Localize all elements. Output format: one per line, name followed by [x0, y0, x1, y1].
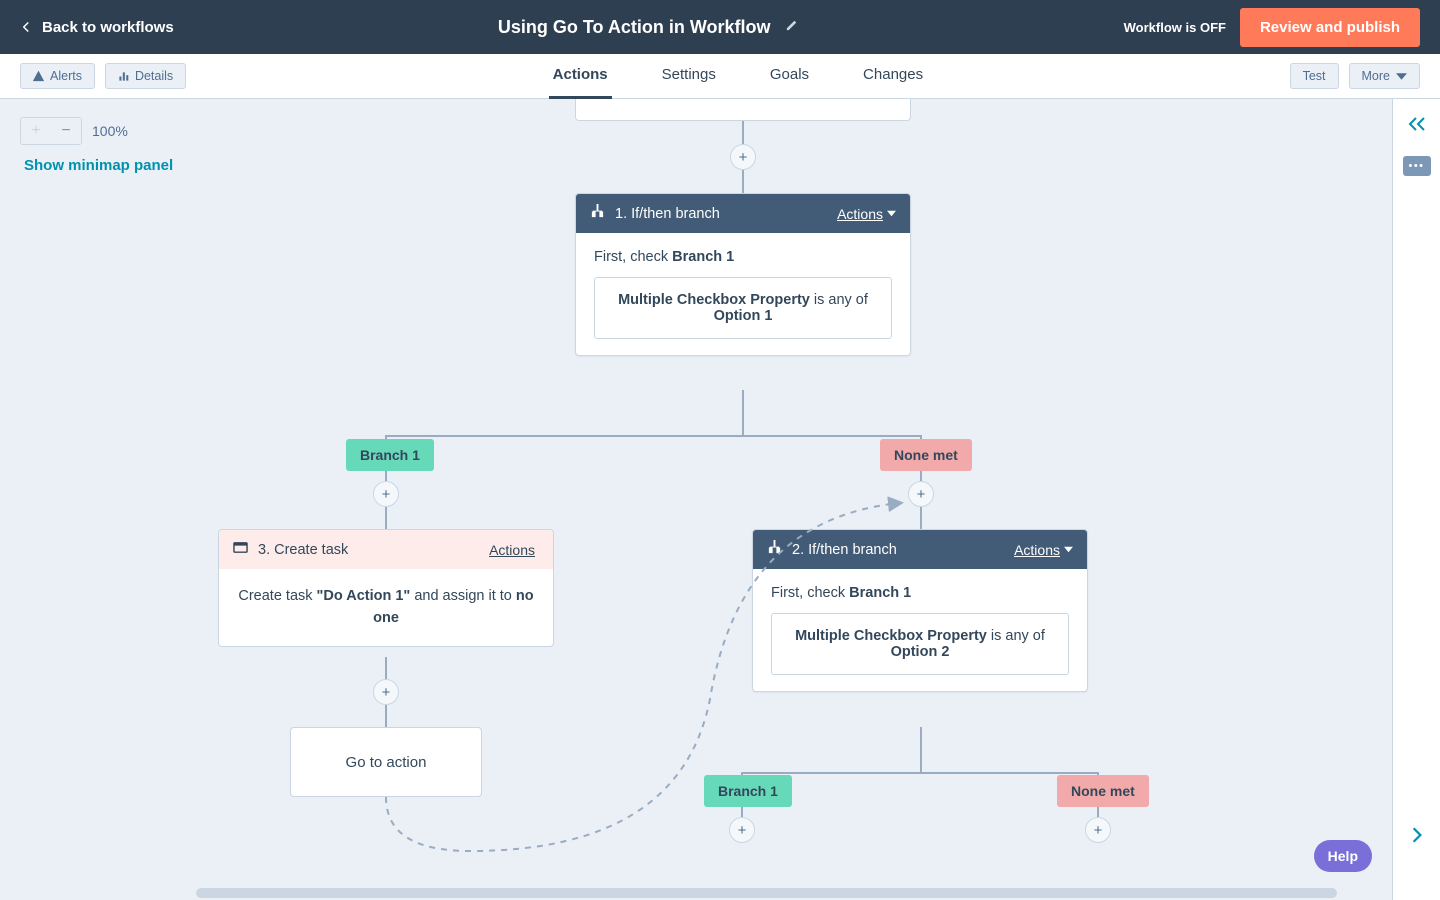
- condition-value: Option 2: [891, 644, 950, 660]
- connector-line: [386, 435, 921, 437]
- add-action-button[interactable]: +: [729, 817, 755, 843]
- tab-actions[interactable]: Actions: [549, 54, 612, 99]
- caret-down-icon: [887, 209, 896, 218]
- comments-button[interactable]: •••: [1403, 156, 1431, 176]
- branch-label-met[interactable]: Branch 1: [704, 775, 792, 807]
- branch-node-1[interactable]: 1. If/then branch Actions First, check B…: [575, 193, 911, 356]
- chevron-right-icon: [1411, 826, 1423, 844]
- tab-settings[interactable]: Settings: [658, 54, 720, 99]
- connector-line: [741, 807, 743, 817]
- task-body-text: and assign it to: [410, 588, 516, 604]
- add-action-button[interactable]: +: [730, 144, 756, 170]
- connector-line: [385, 705, 387, 727]
- connector-line: [385, 657, 387, 679]
- task-node[interactable]: 3. Create task Actions Create task "Do A…: [218, 529, 554, 647]
- branch-node-title: 1. If/then branch: [615, 206, 720, 222]
- task-body-text: Create task: [238, 588, 316, 604]
- connector-line: [742, 390, 744, 435]
- help-button[interactable]: Help: [1314, 840, 1372, 872]
- branch-icon: [767, 540, 782, 559]
- condition-property: Multiple Checkbox Property: [795, 628, 987, 644]
- actions-label: Actions: [837, 206, 883, 222]
- actions-label: Actions: [489, 542, 535, 558]
- condition-box[interactable]: Multiple Checkbox Property is any of Opt…: [594, 277, 892, 339]
- review-publish-button[interactable]: Review and publish: [1240, 8, 1420, 47]
- chevron-left-icon: [20, 21, 32, 33]
- condition-value: Option 1: [714, 308, 773, 324]
- node-actions-menu[interactable]: Actions: [489, 542, 539, 558]
- caret-down-icon: [1064, 545, 1073, 554]
- more-label: More: [1362, 69, 1390, 83]
- pencil-icon: [785, 17, 800, 32]
- alerts-label: Alerts: [50, 69, 82, 83]
- connector-line: [920, 471, 922, 481]
- add-action-button[interactable]: +: [1085, 817, 1111, 843]
- connector-line: [385, 507, 387, 529]
- tab-goals[interactable]: Goals: [766, 54, 813, 99]
- more-menu-button[interactable]: More: [1349, 63, 1420, 89]
- app-header: Back to workflows Using Go To Action in …: [0, 0, 1440, 54]
- branch-label-none-met[interactable]: None met: [1057, 775, 1149, 807]
- caret-down-icon: [1396, 71, 1407, 82]
- goto-action-label: Go to action: [346, 754, 427, 771]
- alerts-button[interactable]: Alerts: [20, 63, 95, 89]
- previous-node-partial[interactable]: [575, 99, 911, 121]
- task-name: "Do Action 1": [317, 588, 411, 604]
- condition-operator: is any of: [810, 292, 868, 308]
- branch-node-title: 2. If/then branch: [792, 542, 897, 558]
- task-icon: [233, 540, 248, 559]
- branch-node-2[interactable]: 2. If/then branch Actions First, check B…: [752, 529, 1088, 692]
- connector-line: [920, 727, 922, 772]
- workflow-title: Using Go To Action in Workflow: [498, 17, 771, 38]
- add-action-button[interactable]: +: [908, 481, 934, 507]
- edit-title-button[interactable]: [785, 17, 800, 37]
- chart-icon: [118, 71, 129, 82]
- condition-lead-text: First, check: [594, 249, 672, 265]
- back-to-workflows-button[interactable]: Back to workflows: [20, 19, 174, 36]
- workflow-canvas[interactable]: + − 100% Show minimap panel + 1. If/then…: [0, 99, 1392, 900]
- warning-icon: [33, 71, 44, 82]
- condition-lead-text: First, check: [771, 585, 849, 601]
- goto-action-node[interactable]: Go to action: [290, 727, 482, 797]
- workflow-status-label: Workflow is OFF: [1124, 20, 1226, 35]
- condition-operator: is any of: [987, 628, 1045, 644]
- node-actions-menu[interactable]: Actions: [1014, 542, 1073, 558]
- add-action-button[interactable]: +: [373, 481, 399, 507]
- double-chevron-left-icon: [1408, 116, 1426, 132]
- details-button[interactable]: Details: [105, 63, 186, 89]
- collapse-panel-button[interactable]: [1408, 115, 1426, 138]
- details-label: Details: [135, 69, 173, 83]
- actions-label: Actions: [1014, 542, 1060, 558]
- connector-line: [385, 471, 387, 481]
- node-actions-menu[interactable]: Actions: [837, 206, 896, 222]
- add-action-button[interactable]: +: [373, 679, 399, 705]
- horizontal-scrollbar[interactable]: [196, 888, 1337, 898]
- condition-branch-name: Branch 1: [849, 585, 911, 601]
- right-side-rail: •••: [1392, 99, 1440, 900]
- tab-changes[interactable]: Changes: [859, 54, 927, 99]
- connector-line: [1097, 807, 1099, 817]
- condition-box[interactable]: Multiple Checkbox Property is any of Opt…: [771, 613, 1069, 675]
- expand-panel-button[interactable]: [1411, 826, 1423, 850]
- connector-line: [742, 170, 744, 193]
- condition-branch-name: Branch 1: [672, 249, 734, 265]
- task-node-title: 3. Create task: [258, 542, 348, 558]
- branch-icon: [590, 204, 605, 223]
- ellipsis-icon: •••: [1408, 161, 1424, 172]
- test-button[interactable]: Test: [1290, 63, 1339, 89]
- back-label: Back to workflows: [42, 19, 174, 36]
- connector-line: [742, 121, 744, 144]
- branch-label-none-met[interactable]: None met: [880, 439, 972, 471]
- branch-label-met[interactable]: Branch 1: [346, 439, 434, 471]
- connector-line: [920, 507, 922, 529]
- connector-line: [742, 772, 1098, 774]
- secondary-toolbar: Alerts Details Actions Settings Goals Ch…: [0, 54, 1440, 99]
- condition-property: Multiple Checkbox Property: [618, 292, 810, 308]
